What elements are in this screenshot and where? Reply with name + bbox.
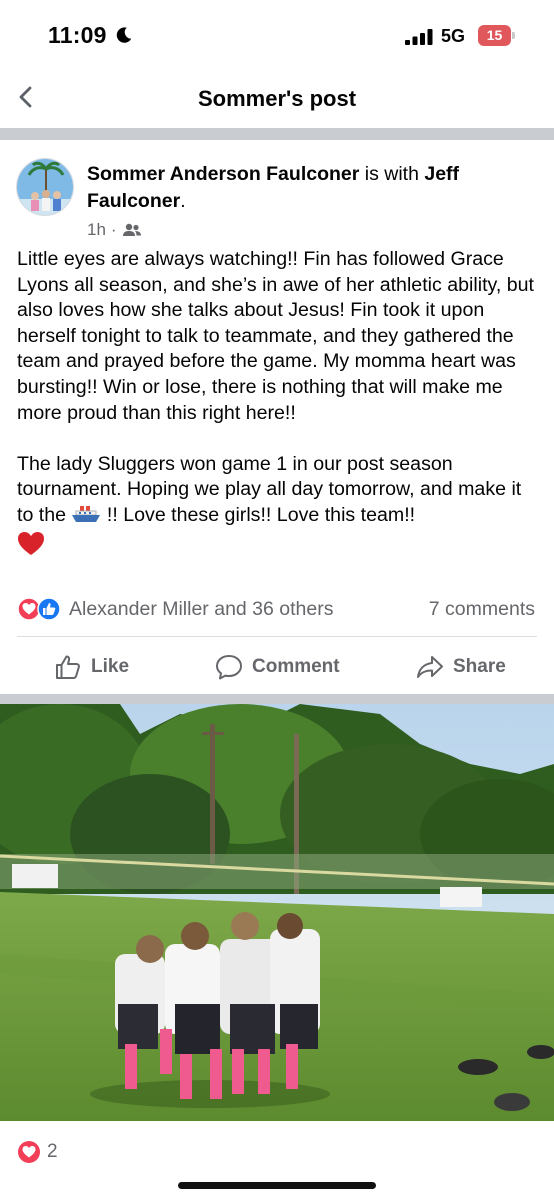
home-indicator[interactable] [178,1182,376,1189]
post-paragraph-2b: !! Love these girls!! Love this team!! [101,503,416,526]
comment-button[interactable]: Comment [214,645,340,689]
divider [0,128,554,140]
photo-reaction-count: 2 [47,1141,58,1162]
ship-icon [72,505,101,522]
signal-icon [405,29,433,45]
comments-count[interactable]: 7 comments [429,598,535,621]
reaction-icons [17,597,61,621]
network-label: 5G [441,26,466,46]
post-photo[interactable] [0,704,554,1121]
comment-icon [216,655,242,680]
reaction-names[interactable]: Alexander Miller and 36 others [69,598,333,621]
status-time: 11:09 [48,22,107,48]
post-body: Little eyes are always watching!! Fin ha… [17,247,542,557]
post-meta: 1h · [87,219,142,241]
post-time[interactable]: 1h [87,220,106,240]
avatar[interactable] [16,158,74,216]
status-bar: 11:09 5G 15 [0,0,554,70]
like-button[interactable]: Like [53,645,129,689]
like-label: Like [91,656,130,677]
photo-reactions[interactable]: 2 [17,1140,58,1164]
action-bar: Like Comment Share [0,645,554,689]
battery-level: 15 [478,25,511,46]
love-reaction-icon [18,1141,40,1163]
share-label: Share [453,656,506,677]
friends-icon [122,223,141,236]
author-name[interactable]: Sommer Anderson Faulconer [87,163,359,185]
tagged-suffix: . [180,190,186,212]
moon-icon [116,27,132,43]
like-icon [56,655,80,679]
divider [0,694,554,704]
share-icon [417,656,443,678]
post-paragraph-1: Little eyes are always watching!! Fin ha… [17,248,535,424]
divider [17,636,537,637]
with-text: is with [359,163,425,185]
battery-icon: 15 [478,25,515,46]
post-author-line: Sommer Anderson Faulconer is with Jeff F… [87,161,537,215]
reactions-summary[interactable]: Alexander Miller and 36 others 7 comment… [17,596,537,624]
share-button[interactable]: Share [415,645,506,689]
red-heart-icon [18,531,44,555]
header: Sommer's post [0,70,554,126]
page-title: Sommer's post [197,86,357,111]
comment-label: Comment [252,656,340,677]
